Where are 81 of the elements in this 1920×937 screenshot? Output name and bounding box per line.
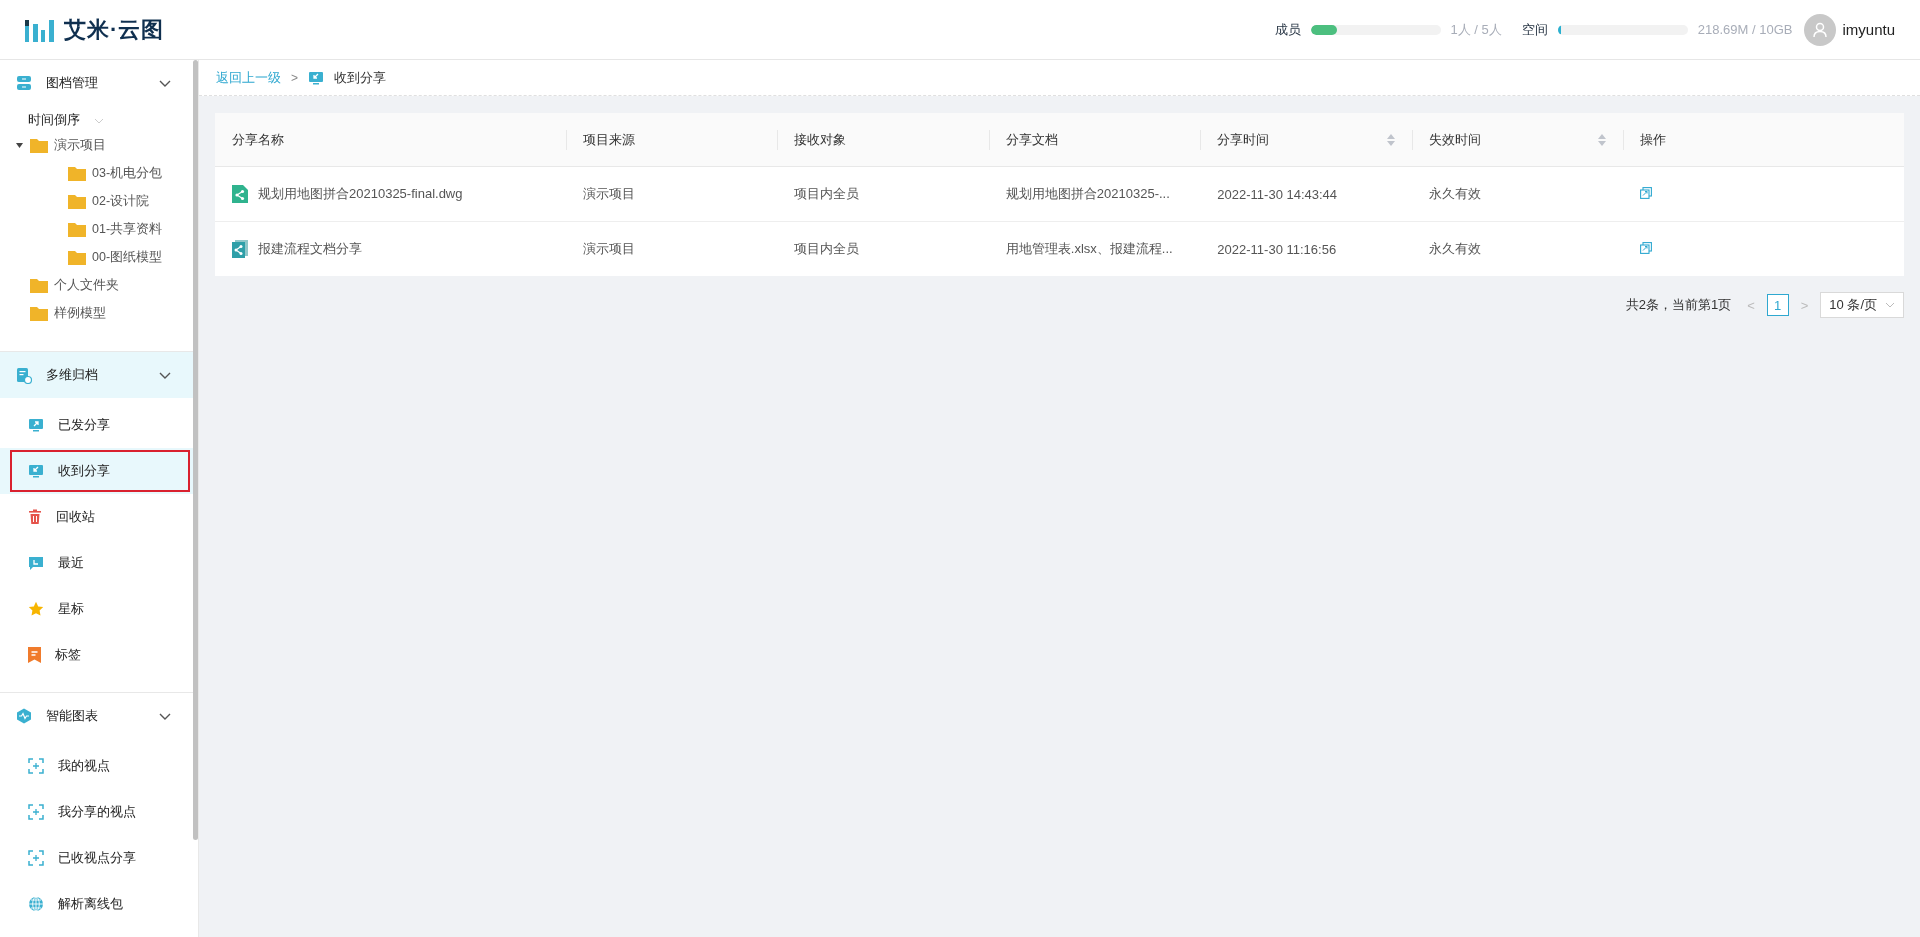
table-cell: 永久有效 [1428,186,1481,201]
table-cell: 永久有效 [1428,241,1481,256]
column-header: 接收对象 [777,113,989,167]
column-header[interactable]: 失效时间 [1411,113,1624,167]
nav-item[interactable]: 标签 [0,632,193,678]
sort-icon[interactable] [1598,133,1607,146]
viewfinder-icon [28,804,44,820]
folder-icon [30,277,48,293]
folder-icon [30,137,48,153]
nav-item[interactable]: 收到分享 [0,448,193,494]
meter-label: 成员 [1274,20,1301,39]
star-icon [28,601,44,617]
nav-item[interactable]: 星标 [0,586,193,632]
column-header: 项目来源 [565,113,778,167]
caret-icon[interactable] [16,142,23,148]
column-header: 分享文档 [988,113,1201,167]
scrollbar[interactable] [193,60,198,840]
nav-item[interactable]: 我的视点 [0,743,193,789]
usage-reading: 1人 / 5人 [1450,20,1502,39]
folder-icon [68,165,86,181]
logo-text: 艾米·云图 [64,15,165,44]
viewfinder-icon [28,850,44,866]
nav-item[interactable]: 最近 [0,540,193,586]
viewfinder-icon [28,758,44,774]
share-file-icon [232,185,248,203]
folder-label[interactable]: 演示项目 [54,136,106,154]
breadcrumb-current: 收到分享 [334,68,386,87]
folder-icon [68,193,86,209]
folder-label[interactable]: 03-机电分包 [92,164,163,182]
open-copy-icon[interactable] [1640,186,1653,199]
folder-icon [68,221,86,237]
table-cell: 项目内全员 [794,186,860,201]
nav-item[interactable]: 回收站 [0,494,193,540]
user-name[interactable]: imyuntu [1842,21,1895,38]
table-cell: 2022-11-30 14:43:44 [1217,186,1338,202]
section-header[interactable]: 多维归档 [0,352,193,398]
monitor-arrow-icon [28,463,44,479]
folder-icon [30,305,48,321]
monitor-arrow-icon [308,69,324,86]
globe-icon [28,896,44,912]
table-cell: 演示项目 [582,241,635,256]
folder-label[interactable]: 02-设计院 [92,192,150,210]
avatar-icon[interactable] [1804,13,1837,46]
document-icon [16,366,32,384]
folder-icon [68,249,86,265]
nav-item[interactable]: 已收视点分享 [0,835,193,881]
trash-icon [28,509,42,525]
logo-icon [25,17,54,42]
pagination-summary: 共2条，当前第1页 [1625,296,1732,314]
folder-label[interactable]: 01-共享资料 [92,220,163,238]
column-header: 分享名称 [215,113,566,167]
table-cell: 项目内全员 [794,241,860,256]
cabinet-icon [16,75,32,91]
section-header[interactable]: 图档管理 [0,60,193,106]
table-cell: 2022-11-30 11:16:56 [1217,241,1337,257]
usage-reading: 218.69M / 10GB [1697,22,1793,37]
hexagon-pulse-icon [16,708,32,724]
share-name[interactable]: 规划用地图拼合20210325-final.dwg [258,185,463,203]
nav-item[interactable]: 已发分享 [0,402,193,448]
column-header: 操作 [1623,113,1904,167]
section-header[interactable]: 智能图表 [0,693,193,739]
folder-label[interactable]: 样例模型 [54,304,106,322]
share-name[interactable]: 报建流程文档分享 [258,240,362,258]
page-size-select[interactable]: 10 条/页 [1820,292,1904,318]
clock-chat-icon [28,555,44,571]
sort-label[interactable]: 时间倒序 [28,112,80,129]
sort-icon[interactable] [1386,133,1395,146]
table-cell: 规划用地图拼合20210325-... [1005,186,1170,201]
open-copy-icon[interactable] [1640,241,1653,254]
breadcrumb-separator: > [291,70,298,85]
table-cell: 用地管理表.xlsx、报建流程... [1005,241,1173,256]
share-document-icon [232,240,248,258]
table-cell: 演示项目 [582,186,635,201]
nav-item[interactable]: 解析离线包 [0,881,193,927]
folder-label[interactable]: 00-图纸模型 [92,248,163,266]
folder-label[interactable]: 个人文件夹 [54,276,119,294]
meter-label: 空间 [1521,20,1548,39]
nav-item[interactable]: 我分享的视点 [0,789,193,835]
monitor-arrow-icon [28,417,44,433]
bookmark-icon [28,647,41,663]
column-header[interactable]: 分享时间 [1200,113,1412,167]
